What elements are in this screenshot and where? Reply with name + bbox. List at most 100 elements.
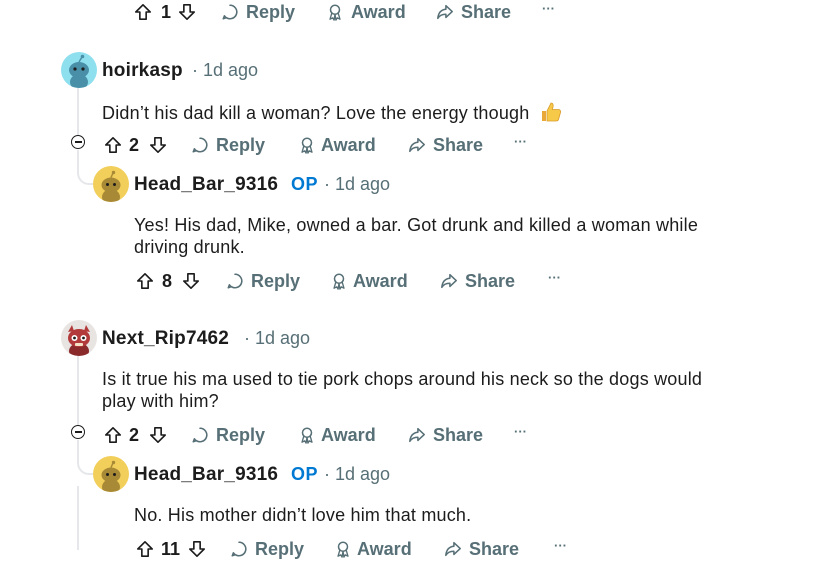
award-icon <box>337 541 349 558</box>
downvote-icon <box>182 272 200 290</box>
more-options-button[interactable]: ··· <box>554 531 567 559</box>
collapse-thread-button[interactable] <box>71 135 85 149</box>
share-button[interactable]: Share <box>444 535 519 563</box>
upvote-icon <box>136 272 154 290</box>
comment-text: Didn’t his dad kill a woman? Love the en… <box>102 103 530 123</box>
upvote-button[interactable] <box>104 421 122 449</box>
share-button[interactable]: Share <box>408 131 483 159</box>
award-label: Award <box>357 538 412 559</box>
award-button[interactable]: Award <box>330 267 408 295</box>
upvote-icon <box>104 426 122 444</box>
reply-button[interactable]: Reply <box>226 267 300 295</box>
share-button[interactable]: Share <box>436 0 511 26</box>
reply-button[interactable]: Reply <box>191 421 265 449</box>
award-button[interactable]: Award <box>326 0 406 26</box>
reply-label: Reply <box>216 424 266 445</box>
thumbs-up-emoji-icon <box>541 102 561 122</box>
reply-label: Reply <box>251 270 301 291</box>
more-options-button[interactable]: ··· <box>514 417 527 445</box>
comment-author[interactable]: hoirkasp <box>102 60 183 82</box>
collapse-thread-button[interactable] <box>71 425 85 439</box>
meta-separator: · <box>244 328 250 348</box>
upvote-icon <box>104 136 122 154</box>
vote-count: 2 <box>129 134 140 155</box>
share-label: Share <box>433 134 484 155</box>
comment-timestamp: · 1d ago <box>324 174 390 195</box>
comment-time: 1d ago <box>255 328 311 348</box>
avatar[interactable] <box>93 166 129 202</box>
reply-icon <box>192 427 208 443</box>
comment-timestamp: · 1d ago <box>244 328 310 349</box>
comment-body: Yes! His dad, Mike, owned a bar. Got dru… <box>134 214 698 258</box>
comment-action-row: 2 Reply Award Share ··· <box>104 421 544 449</box>
share-button[interactable]: Share <box>440 267 515 295</box>
award-icon <box>329 4 341 21</box>
share-icon <box>437 4 453 20</box>
snoo-avatar-icon <box>68 325 90 356</box>
comment-timestamp: · 1d ago <box>192 60 258 81</box>
share-icon <box>445 541 461 557</box>
reply-label: Reply <box>255 538 305 559</box>
vote-count: 2 <box>129 424 140 445</box>
snoo-avatar-icon <box>69 54 89 88</box>
award-label: Award <box>321 424 376 445</box>
award-button[interactable]: Award <box>298 131 376 159</box>
share-label: Share <box>461 1 512 22</box>
comment-time: 1d ago <box>203 60 259 80</box>
award-button[interactable]: Award <box>334 535 412 563</box>
upvote-button[interactable] <box>136 535 154 563</box>
award-label: Award <box>321 134 376 155</box>
more-options-button[interactable]: ··· <box>514 127 527 155</box>
reply-icon <box>227 273 243 289</box>
reply-button[interactable]: Reply <box>230 535 304 563</box>
meta-separator: · <box>324 464 330 484</box>
upvote-button[interactable] <box>136 267 154 295</box>
comment-time: 1d ago <box>335 174 391 194</box>
comment-text-line: Is it true his ma used to tie pork chops… <box>102 369 703 389</box>
avatar[interactable] <box>61 52 97 88</box>
vote-count: 1 <box>161 1 172 22</box>
more-options-button[interactable]: ··· <box>548 263 561 291</box>
avatar[interactable] <box>61 320 97 356</box>
downvote-icon <box>178 3 196 21</box>
meta-separator: · <box>324 174 330 194</box>
award-button[interactable]: Award <box>298 421 376 449</box>
downvote-button[interactable] <box>182 267 200 295</box>
award-label: Award <box>353 270 408 291</box>
vote-count: 11 <box>161 538 181 559</box>
downvote-icon <box>149 426 167 444</box>
share-label: Share <box>469 538 520 559</box>
reply-icon <box>192 137 208 153</box>
comment-action-row: 11 Reply Award Share ··· <box>136 535 576 563</box>
downvote-button[interactable] <box>178 0 196 26</box>
comment-timestamp: · 1d ago <box>324 464 390 485</box>
upvote-icon <box>136 540 154 558</box>
comment-time: 1d ago <box>335 464 391 484</box>
avatar[interactable] <box>93 456 129 492</box>
comment-author[interactable]: Head_Bar_9316 <box>134 174 278 196</box>
award-icon <box>301 137 313 154</box>
downvote-icon <box>188 540 206 558</box>
share-label: Share <box>465 270 516 291</box>
thread-line <box>77 486 79 550</box>
reply-button[interactable]: Reply <box>221 0 295 26</box>
comment-body: No. His mother didn’t love him that much… <box>134 505 472 525</box>
reply-label: Reply <box>246 1 296 22</box>
more-options-button[interactable]: ··· <box>542 0 555 22</box>
snoo-avatar-icon <box>101 170 121 202</box>
reply-icon <box>222 4 238 20</box>
downvote-button[interactable] <box>188 535 206 563</box>
reply-button[interactable]: Reply <box>191 131 265 159</box>
op-badge: OP <box>291 464 319 484</box>
upvote-button[interactable] <box>134 0 152 26</box>
downvote-button[interactable] <box>149 421 167 449</box>
comment-text-line: play with him? <box>102 391 219 411</box>
comment-action-row: 8 Reply Award Share ··· <box>136 267 576 295</box>
upvote-button[interactable] <box>104 131 122 159</box>
comment-author[interactable]: Next_Rip7462 <box>102 328 229 350</box>
thread-line <box>77 356 79 426</box>
award-icon <box>301 427 313 444</box>
share-button[interactable]: Share <box>408 421 483 449</box>
comment-author[interactable]: Head_Bar_9316 <box>134 464 278 486</box>
downvote-button[interactable] <box>149 131 167 159</box>
